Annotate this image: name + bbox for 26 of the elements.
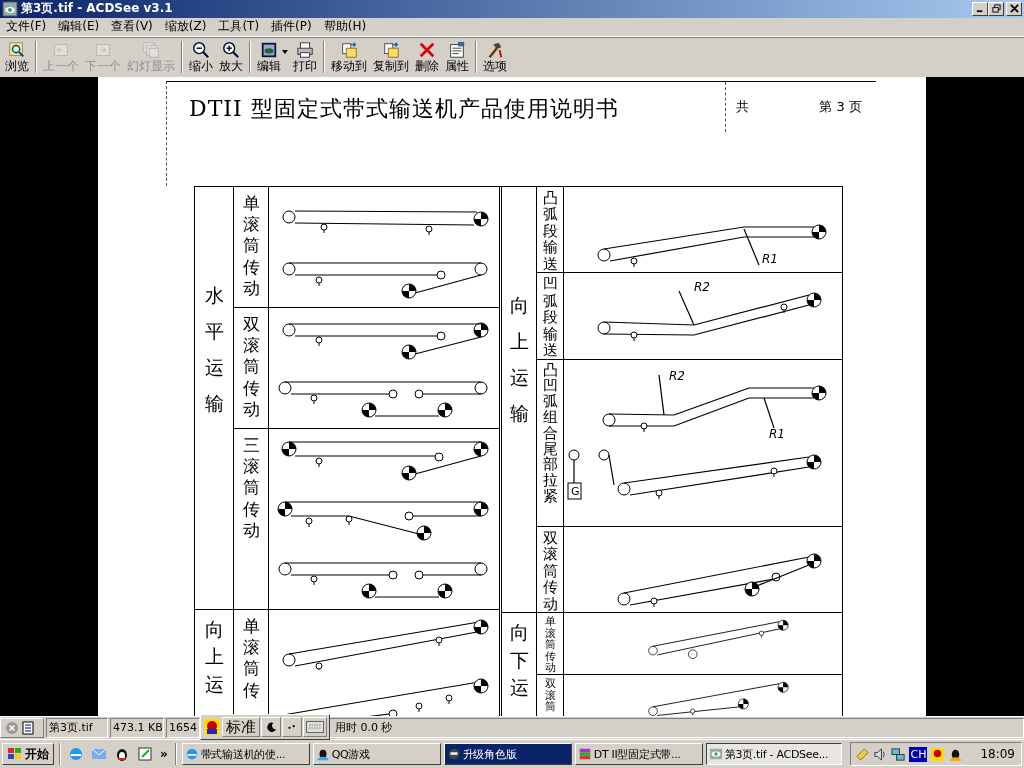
- category-label: 向上运输: [509, 292, 529, 427]
- drive-type-label: 三滚筒传动: [242, 434, 260, 542]
- status-field: 第3页.tif: [46, 718, 108, 739]
- category-label: 水平运输: [204, 282, 224, 417]
- conveyor-drawing: R1: [597, 224, 827, 268]
- drive-type-label: 凸凹弧组合尾部拉紧: [542, 362, 558, 507]
- conveyor-drawing: R2: [597, 280, 822, 342]
- conveyor-drawing: R2 R1: [602, 368, 827, 441]
- document-title: DTII 型固定式带式输送机产品使用说明书: [189, 94, 619, 123]
- status-field: 473.1 KB: [110, 718, 164, 739]
- clock: 18:09: [980, 747, 1015, 761]
- page-number-text: 共: [736, 97, 750, 116]
- drive-type-label: 单滚筒传动: [242, 192, 260, 300]
- page-number-text: 第 3 页: [819, 97, 862, 116]
- drive-type-label: 双滚筒传动: [542, 529, 558, 613]
- status-field: 1654: [166, 718, 200, 739]
- conveyor-drawing: G: [567, 449, 822, 500]
- category-label: 向上运: [204, 616, 224, 697]
- drive-type-label: 单滚筒传动: [544, 616, 556, 675]
- drive-type-label: 凹弧段输送: [542, 276, 558, 359]
- drive-type-label: 双滚筒传动: [242, 313, 260, 421]
- drive-type-label: 单滚筒传: [242, 615, 260, 702]
- window-title: 第3页.tif - ACDSee v3.1: [21, 0, 174, 18]
- drive-type-label: 双滚筒: [544, 678, 556, 716]
- drive-type-label: 凸弧段输送: [542, 189, 558, 273]
- category-label: 向下运: [509, 620, 529, 701]
